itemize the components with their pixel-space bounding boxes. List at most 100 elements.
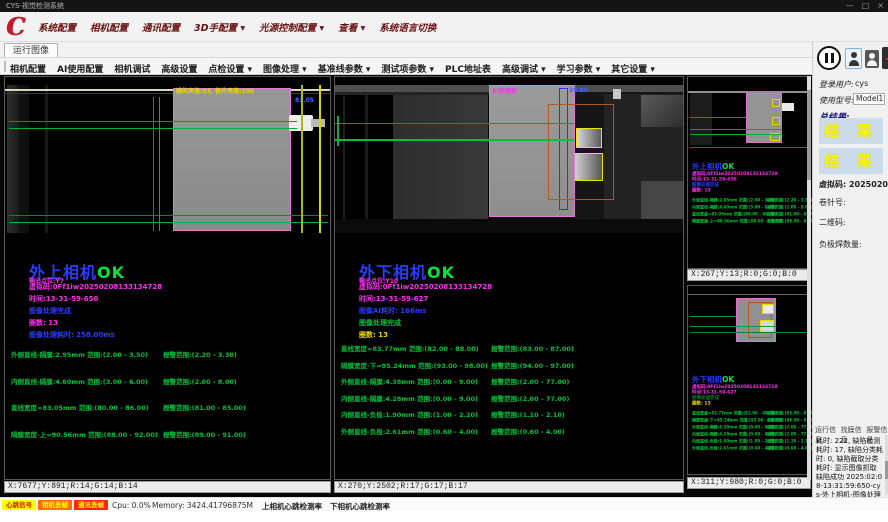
- tool-plc-address[interactable]: PLC地址表: [445, 62, 491, 75]
- tool-baseline-params[interactable]: 基准线参数 ▾: [318, 62, 371, 75]
- menu-camera-config[interactable]: 相机配置: [90, 20, 128, 34]
- machine-band: [690, 93, 712, 145]
- measurement-value: 隔膜宽度-上=90.56mm 范围:(88.00 - 92.00): [11, 429, 163, 439]
- measure-line: [690, 147, 808, 148]
- menu-3d-config[interactable]: 3D手配置 ▾: [194, 20, 245, 34]
- close-button[interactable]: ×: [877, 0, 884, 12]
- alarm-range: 报警范围:(1.10 - 2.10): [491, 409, 565, 419]
- thumbnail-panel-upper[interactable]: 外上相机OK 虚拟码:0Ff1iw20250208133134728 时间:13…: [687, 76, 811, 269]
- camera-viewport-lower[interactable]: AI检测框 28.80: [335, 85, 683, 233]
- camera-panel-lower: AI检测框 28.80 外下相机OK 输出点位:Y10 虚拟码:0Ff1iw20…: [334, 76, 684, 480]
- model-select[interactable]: Model1: [853, 93, 885, 105]
- measurement-row: 隔膜宽度-上=90.56mm 范围:(88.00 - 92.00) 报警范围:(…: [11, 429, 326, 439]
- measurement-row: 隔膜宽度-上=90.56mm 范围:(88.00 - 92.00)报警范围:(8…: [692, 219, 812, 225]
- measurement-value: 直线宽度=83.05mm 范围:(80.00 - 86.00): [692, 212, 767, 218]
- measurement-value: 外侧直线-负极:2.61mm 范围:(0.60 - 4.00): [341, 426, 491, 436]
- menu-view[interactable]: 查看 ▾: [338, 20, 365, 34]
- tool-advanced-debug[interactable]: 高级调试 ▾: [502, 62, 546, 75]
- measurement-row: 外侧直线-隔膜:2.95mm 范围:(2.00 - 3.50)报警范围:(2.2…: [692, 198, 812, 204]
- measurement-row: 隔膜宽度-下=95.24mm 范围:(93.00 - 98.00)报警范围:(9…: [692, 418, 812, 424]
- ai-box-label: AI检测框: [492, 86, 517, 95]
- menu-light-config[interactable]: 光源控制配置 ▾: [259, 20, 324, 34]
- thumbnail-scrollbar[interactable]: [807, 76, 811, 480]
- weld-box: [576, 128, 602, 148]
- blue-roi-value: 28.80: [569, 87, 588, 94]
- alarm-range: 报警范围:(2.00 - 77.00): [491, 393, 569, 403]
- measurement-row: 直线宽度=83.77mm 范围:(82.00 - 88.00)报警范围:(83.…: [692, 411, 812, 417]
- camera-result-title: 外下相机OK: [692, 374, 812, 385]
- measurement-row: 外侧直线-隔膜:4.38mm 范围:(0.00 - 9.00) 报警范围:(2.…: [341, 376, 681, 386]
- tab-connector-arm: [311, 119, 325, 127]
- model-label: 使用型号:: [819, 95, 854, 106]
- menu-comm-config[interactable]: 通讯配置: [142, 20, 180, 34]
- measurement-value: 直线宽度=83.77mm 范围:(82.00 - 88.00): [692, 411, 767, 417]
- menu-system-config[interactable]: 系统配置: [38, 20, 76, 34]
- measurement-value: 内侧直线-隔膜:4.28mm 范围:(0.00 - 9.00): [341, 393, 491, 403]
- tool-spot-check[interactable]: 点检设置 ▾: [208, 62, 252, 75]
- measurement-row: 内侧直线-隔膜:4.28mm 范围:(0.00 - 9.00) 报警范围:(2.…: [341, 393, 681, 403]
- tool-learning-params[interactable]: 学习参数 ▾: [557, 62, 601, 75]
- qr-label: 二维码:: [819, 217, 846, 228]
- tool-test-params[interactable]: 测试项参数 ▾: [381, 62, 434, 75]
- measure-line-vertical: [159, 97, 160, 231]
- alarm-range: 报警范围:(2.20 - 3.30): [767, 198, 812, 204]
- machine-band: [343, 95, 345, 233]
- measure-line: [690, 326, 776, 327]
- user-login-button[interactable]: [845, 48, 862, 69]
- time-line: 时间:13-31-59-627: [359, 294, 428, 304]
- membrane-region: [173, 88, 291, 231]
- alarm-range: 报警范围:(83.00 - 87.00): [491, 343, 574, 353]
- tool-ai-usage-config[interactable]: AI使用配置: [57, 62, 103, 75]
- machine-highlight: [613, 89, 621, 99]
- maximize-button[interactable]: □: [862, 0, 870, 12]
- result-text: 结 果: [824, 122, 877, 140]
- exit-button[interactable]: →: [882, 47, 888, 69]
- measurement-row: 直线宽度=83.77mm 范围:(82.00 - 88.00) 报警范围:(83…: [341, 343, 681, 353]
- alarm-range: 报警范围:(1.10 - 2.10): [767, 439, 812, 445]
- measurement-row: 隔膜宽度-下=95.24mm 范围:(93.00 - 98.00) 报警范围:(…: [341, 360, 681, 370]
- measure-line: [9, 215, 328, 216]
- scrollbar-thumb[interactable]: [807, 90, 811, 180]
- measurement-value: 内侧直线-隔膜:4.60mm 范围:(3.00 - 6.00): [11, 376, 163, 386]
- thumbnail-panel-lower[interactable]: 外下相机OK 虚拟码:0Ff1iw20250208133134728 时间:13…: [687, 285, 811, 475]
- window-titlebar[interactable]: CYS-视觉检测系统 — □ ×: [0, 0, 888, 12]
- tool-advanced-settings[interactable]: 高级设置: [161, 62, 197, 75]
- camera-dropframe-badge: 相机丢帧: [38, 500, 72, 510]
- tool-image-processing[interactable]: 图像处理 ▾: [263, 62, 307, 75]
- machine-band: [45, 85, 48, 233]
- orange-roi-box: [548, 104, 614, 200]
- user-icon: [865, 50, 879, 68]
- alarm-range: 报警范围:(0.60 - 4.00): [491, 426, 565, 436]
- toolbar-grip[interactable]: [4, 61, 6, 72]
- measurement-value: 直线宽度=83.77mm 范围:(82.00 - 88.00): [341, 343, 491, 353]
- brightness-overlay-label: 膜的亮值:93, 极片亮值:100: [176, 86, 254, 95]
- measure-line: [690, 332, 808, 333]
- yellow-guide-line: [301, 85, 303, 233]
- measurement-value: 隔膜宽度-下=95.24mm 范围:(93.00 - 98.00): [692, 418, 767, 424]
- measurement-row: 内侧直线-隔膜:4.28mm 范围:(0.00 - 9.00)报警范围:(2.0…: [692, 432, 812, 438]
- upper-camera-heartbeat: 上相机心跳检测率: [262, 501, 322, 512]
- alarm-range: 报警范围:(2.00 - 8.00): [767, 205, 812, 211]
- menu-language-switch[interactable]: 系统语言切换: [379, 20, 436, 34]
- camera-name: 外下相机: [692, 375, 722, 384]
- user-manage-button[interactable]: [865, 50, 879, 68]
- camera-viewport-upper[interactable]: 膜的亮值:93, 极片亮值:100 83.05: [5, 85, 330, 233]
- machine-band: [7, 85, 19, 233]
- pause-button[interactable]: [817, 46, 841, 70]
- tool-camera-config[interactable]: 相机配置: [10, 62, 46, 75]
- machine-band: [19, 85, 29, 233]
- machine-panel: [393, 95, 488, 233]
- tab-run-image[interactable]: 运行图像: [4, 43, 58, 57]
- measure-line: [9, 222, 328, 223]
- measurement-value: 内侧直线-负极:1.90mm 范围:(1.00 - 2.20): [692, 439, 767, 445]
- neg-weld-label: 负极焊数量:: [819, 239, 862, 250]
- control-sidebar: → 登录用户: cys 使用型号: Model1 总结果: 结 果 结 果 虚拟…: [812, 42, 888, 497]
- cursor-readout-thumb-lower: X:311;Y:980;R:0;G:0;B:0: [687, 477, 811, 489]
- tool-other-settings[interactable]: 其它设置 ▾: [611, 62, 655, 75]
- ok-status: OK: [722, 375, 734, 384]
- measurement-row: 外侧直线-隔膜:4.38mm 范围:(0.00 - 9.00)报警范围:(2.0…: [692, 425, 812, 431]
- lower-camera-heartbeat: 下相机心跳检测率: [330, 501, 390, 512]
- weld-box: [772, 117, 780, 125]
- minimize-button[interactable]: —: [846, 0, 854, 12]
- tool-camera-debug[interactable]: 相机调试: [114, 62, 150, 75]
